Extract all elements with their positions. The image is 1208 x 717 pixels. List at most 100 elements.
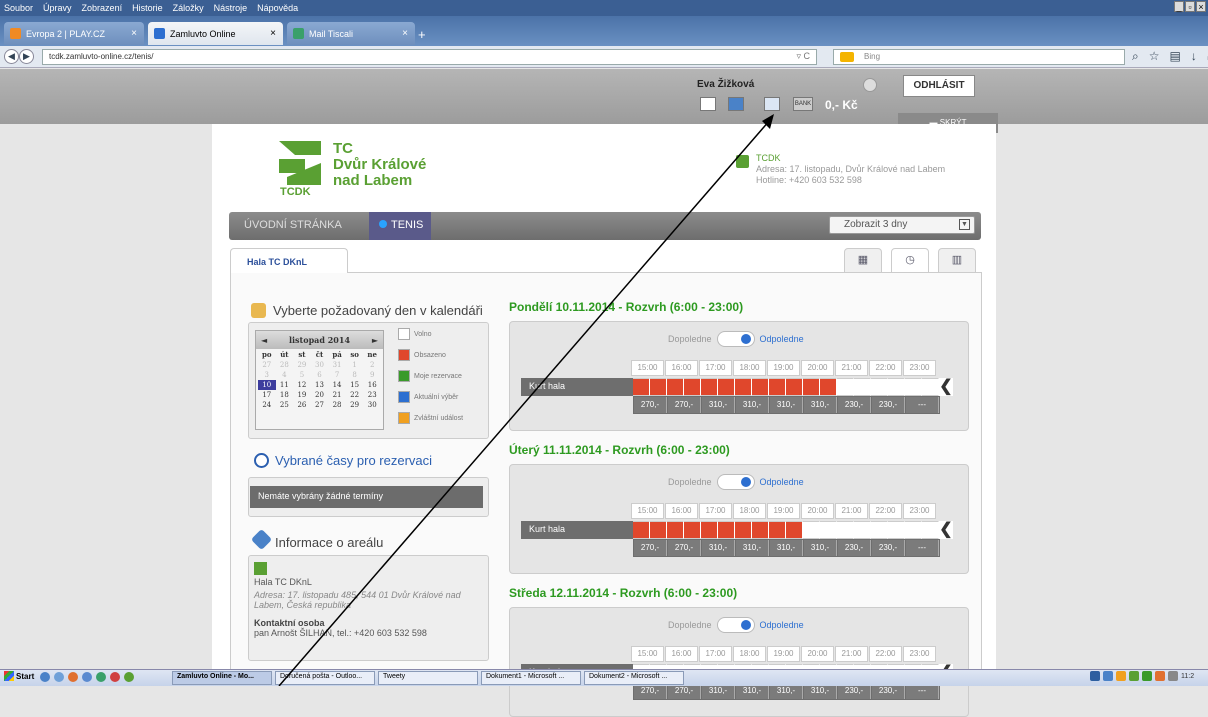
time-slot[interactable] <box>752 521 769 539</box>
app-icon[interactable] <box>96 672 106 682</box>
calendar-day[interactable]: 15 <box>346 380 364 390</box>
calendar-day[interactable]: 4 <box>276 370 294 380</box>
time-slot[interactable] <box>650 378 667 396</box>
next-month-icon[interactable]: ► <box>372 331 378 349</box>
close-tab-icon[interactable]: × <box>402 28 408 39</box>
download-icon[interactable]: ↓ <box>1191 49 1197 64</box>
time-slot[interactable] <box>701 378 718 396</box>
calendar-day[interactable]: 27 <box>258 360 276 370</box>
toggle-afternoon[interactable]: Odpoledne <box>760 477 804 487</box>
calendar-day[interactable]: 30 <box>311 360 329 370</box>
tray-icon[interactable] <box>1116 671 1126 681</box>
toggle-afternoon[interactable]: Odpoledne <box>760 334 804 344</box>
calendar-day[interactable]: 28 <box>276 360 294 370</box>
tab-mail-tiscali[interactable]: Mail Tiscali × <box>287 22 415 45</box>
time-slot[interactable] <box>735 521 752 539</box>
time-slot[interactable] <box>905 378 922 396</box>
calendar-day[interactable]: 29 <box>346 400 364 410</box>
time-slot[interactable] <box>803 378 820 396</box>
nav-home[interactable]: ÚVODNÍ STRÁNKA <box>244 219 342 231</box>
search-icon[interactable]: ⌕ <box>1132 49 1139 64</box>
calendar-day[interactable]: 8 <box>346 370 364 380</box>
toggle-morning[interactable]: Dopoledne <box>668 620 712 630</box>
tray-icon[interactable] <box>1090 671 1100 681</box>
tray-icon[interactable] <box>1103 671 1113 681</box>
search-input[interactable]: Bing <box>833 49 1125 65</box>
calendar-day[interactable]: 18 <box>276 390 294 400</box>
app2-icon[interactable] <box>110 672 120 682</box>
close-tab-icon[interactable]: × <box>270 28 276 39</box>
menu-napoveda[interactable]: Nápověda <box>257 3 298 13</box>
calendar-day[interactable]: 25 <box>276 400 294 410</box>
time-slot[interactable] <box>769 521 786 539</box>
time-slot[interactable] <box>684 378 701 396</box>
time-slot[interactable] <box>667 521 684 539</box>
time-slot[interactable] <box>701 521 718 539</box>
calendar-day[interactable]: 3 <box>258 370 276 380</box>
time-slot[interactable] <box>871 378 888 396</box>
calendar-day[interactable]: 17 <box>258 390 276 400</box>
toggle-morning[interactable]: Dopoledne <box>668 477 712 487</box>
time-slot[interactable] <box>922 521 939 539</box>
calendar-day[interactable]: 6 <box>311 370 329 380</box>
minimize-icon[interactable]: _ <box>1174 1 1184 12</box>
user-avatar-icon[interactable] <box>863 78 877 92</box>
time-slot[interactable] <box>650 521 667 539</box>
calendar-day[interactable]: 30 <box>363 400 381 410</box>
taskbar-item-tweety[interactable]: Tweety <box>378 671 478 685</box>
calendar-day[interactable]: 1 <box>346 360 364 370</box>
calendar-day[interactable]: 2 <box>363 360 381 370</box>
close-window-icon[interactable]: × <box>1196 1 1206 12</box>
time-slot[interactable] <box>633 521 650 539</box>
time-slot[interactable] <box>922 378 939 396</box>
menu-zobrazeni[interactable]: Zobrazení <box>82 3 123 13</box>
columns-view-tab[interactable]: ▥ <box>938 248 976 273</box>
calendar-day[interactable]: 5 <box>293 370 311 380</box>
start-button[interactable]: Start <box>4 671 34 681</box>
time-slot[interactable] <box>633 378 650 396</box>
logout-button[interactable]: ODHLÁSIT <box>903 75 975 97</box>
taskbar-item-dokument1[interactable]: Dokument1 - Microsoft ... <box>481 671 581 685</box>
desktop-icon[interactable] <box>40 672 50 682</box>
calendar-day[interactable]: 10 <box>258 380 276 390</box>
menu-soubor[interactable]: Soubor <box>4 3 33 13</box>
calendar-day[interactable]: 23 <box>363 390 381 400</box>
firefox-icon[interactable] <box>68 672 78 682</box>
tab-hala[interactable]: Hala TC DKnL <box>230 248 348 273</box>
time-slot[interactable] <box>769 378 786 396</box>
list-view-tab[interactable]: ▦ <box>844 248 882 273</box>
chevron-left-icon[interactable]: ❮ <box>939 521 953 539</box>
calendar-day[interactable]: 24 <box>258 400 276 410</box>
calendar-day[interactable]: 27 <box>311 400 329 410</box>
app3-icon[interactable] <box>124 672 134 682</box>
calendar-day[interactable]: 29 <box>293 360 311 370</box>
calendar-day[interactable]: 19 <box>293 390 311 400</box>
reload-icon[interactable]: ▿ C <box>796 51 810 62</box>
calendar-day[interactable]: 21 <box>328 390 346 400</box>
toggle-switch[interactable] <box>716 617 755 633</box>
url-bar[interactable]: tcdk.zamluvto-online.cz/tenis/ ▿ C <box>42 49 817 65</box>
toggle-switch[interactable] <box>716 474 755 490</box>
time-slot[interactable] <box>718 521 735 539</box>
time-slot[interactable] <box>837 521 854 539</box>
calendar-day[interactable]: 13 <box>311 380 329 390</box>
chevron-left-icon[interactable]: ❮ <box>939 378 953 396</box>
time-slot[interactable] <box>684 521 701 539</box>
time-slot[interactable] <box>905 521 922 539</box>
forward-icon[interactable]: ▶ <box>19 49 34 64</box>
calendar-day[interactable]: 11 <box>276 380 294 390</box>
close-tab-icon[interactable]: × <box>131 28 137 39</box>
back-icon[interactable]: ◀ <box>4 49 19 64</box>
tray-icon[interactable] <box>1129 671 1139 681</box>
menu-upravy[interactable]: Úpravy <box>43 3 72 13</box>
menu-historie[interactable]: Historie <box>132 3 163 13</box>
explorer-icon[interactable] <box>82 672 92 682</box>
am-pm-toggle[interactable]: Dopoledne Odpoledne <box>668 474 804 490</box>
menu-nastroje[interactable]: Nástroje <box>214 3 248 13</box>
time-slot[interactable] <box>803 521 820 539</box>
volume-icon[interactable] <box>1168 671 1178 681</box>
time-slot[interactable] <box>854 521 871 539</box>
bank-icon[interactable]: BANK <box>793 97 813 111</box>
calendar-day[interactable]: 14 <box>328 380 346 390</box>
tray-icon[interactable] <box>1142 671 1152 681</box>
